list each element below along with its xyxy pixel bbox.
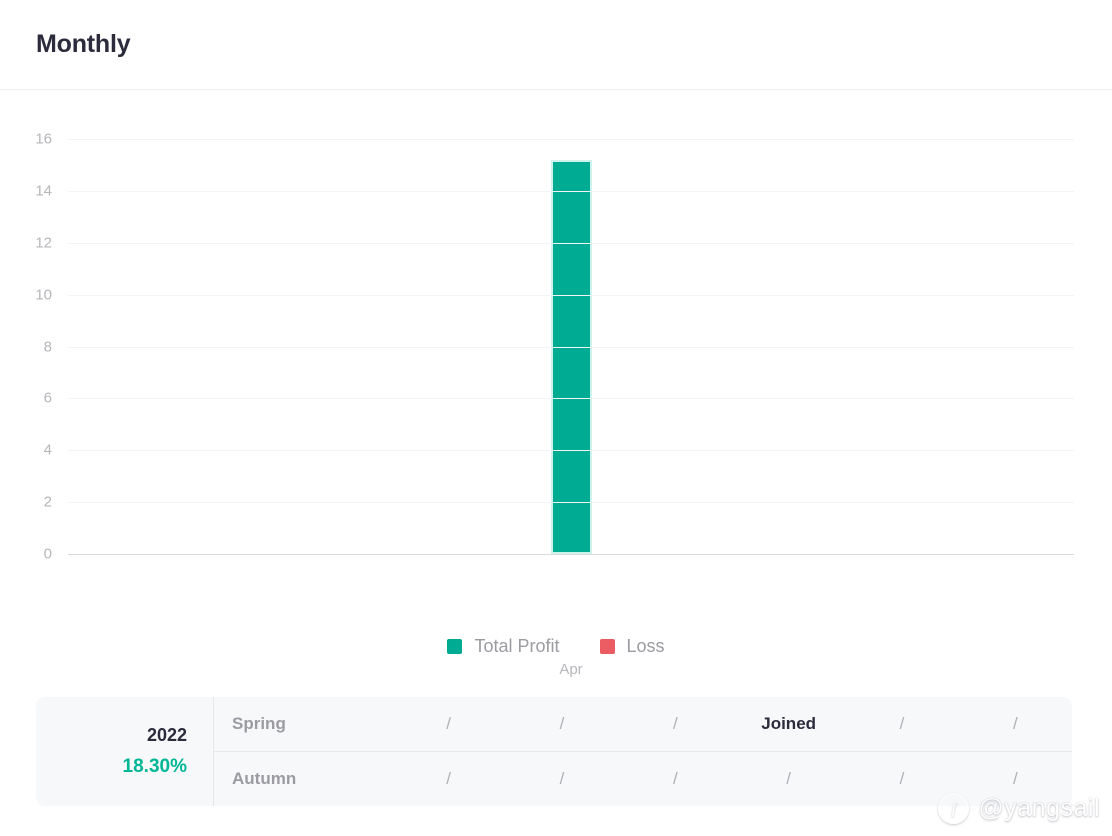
table-cell-empty: /	[1012, 714, 1018, 733]
chart-gridline	[68, 450, 1074, 452]
chart-y-tick-label: 6	[43, 389, 52, 407]
table-year-cell: 2022 18.30%	[36, 697, 214, 806]
table-cell-empty: /	[1012, 769, 1018, 788]
legend-label: Loss	[626, 636, 665, 656]
card-header: Monthly	[0, 0, 1112, 90]
summary-table: 2022 18.30% Spring / / / Joined / / Autumn / / / / /…	[36, 697, 1072, 806]
table-row: Autumn / / / / / /	[214, 751, 1072, 806]
chart-y-tick-label: 12	[35, 234, 52, 252]
chart-gridline	[68, 398, 1074, 400]
chart-container: 16 14 12 10 8 6 4 2 0 Apr	[0, 90, 1112, 678]
chart-legend: Total Profit Loss	[0, 636, 1112, 657]
table-cell-empty: /	[559, 714, 565, 733]
table-year-label: 2022	[146, 725, 187, 745]
table-cell-empty: /	[786, 769, 792, 788]
chart-gridline	[68, 294, 1074, 296]
chart-bar[interactable]	[550, 159, 592, 554]
page-title: Monthly	[36, 30, 131, 58]
table-row: Spring / / / Joined / /	[214, 697, 1072, 751]
chart-y-tick-label: 2	[43, 493, 52, 511]
table-cell-empty: /	[446, 714, 452, 733]
chart-y-tick-label: 16	[35, 130, 52, 148]
legend-swatch-icon	[447, 639, 463, 654]
legend-item[interactable]: Loss	[599, 636, 665, 657]
table-cell-empty: /	[672, 714, 678, 733]
chart-y-tick-label: 4	[43, 441, 52, 459]
table-row-label: Autumn	[232, 769, 297, 788]
chart-gridline	[68, 242, 1074, 244]
chart-gridline	[68, 190, 1074, 192]
chart-y-tick-label: 10	[35, 286, 52, 304]
chart-gridline	[68, 346, 1074, 348]
chart-gridline	[68, 554, 1074, 555]
chart-y-tick-label: 0	[43, 545, 52, 563]
chart-x-tick-label: Apr	[559, 661, 583, 678]
table-cell-empty: /	[899, 714, 905, 733]
chart-y-tick-label: 8	[43, 338, 52, 355]
chart-bar-group[interactable]	[526, 159, 616, 554]
table-cell-status: Joined	[761, 714, 817, 733]
chart-plot-area: 16 14 12 10 8 6 4 2 0	[35, 131, 1074, 563]
table-cell-empty: /	[446, 769, 452, 788]
table-cell-empty: /	[899, 769, 905, 788]
chart-gridline	[68, 502, 1074, 504]
chart-y-tick-label: 14	[35, 182, 52, 200]
legend-swatch-icon	[599, 639, 615, 654]
table-cell-empty: /	[672, 769, 678, 788]
table-cell-empty: /	[559, 769, 565, 788]
legend-label: Total Profit	[474, 636, 560, 656]
legend-item[interactable]: Total Profit	[447, 636, 560, 657]
table-percent-value: 18.30%	[122, 756, 187, 777]
chart-gridline	[68, 139, 1074, 140]
table-rows: Spring / / / Joined / / Autumn / / / / / /	[214, 697, 1072, 806]
table-row-label: Spring	[232, 714, 286, 733]
